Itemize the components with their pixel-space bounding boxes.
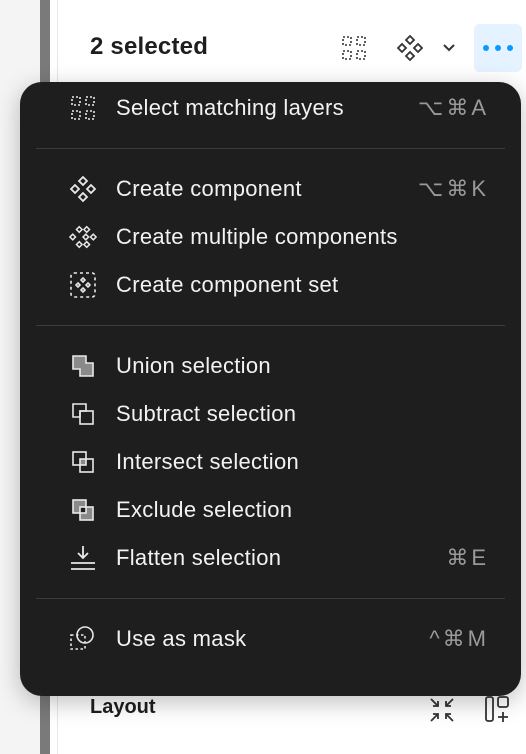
union-icon [69, 354, 97, 378]
component-options-button[interactable] [434, 24, 464, 72]
menu-item-label: Create component set [116, 272, 339, 297]
multiple-components-icon [69, 225, 97, 249]
menu-item-subtract-selection[interactable]: Subtract selection [20, 390, 521, 438]
menu-item-label: Union selection [116, 353, 271, 378]
menu-item-label: Create component [116, 176, 302, 201]
resize-to-fit-icon [430, 698, 454, 722]
component-set-icon [69, 272, 97, 298]
menu-item-label: Use as mask [116, 626, 247, 651]
menu-item-create-component[interactable]: Create component ⌥⌘K [20, 165, 521, 213]
menu-item-shortcut: ⌘E [446, 545, 489, 570]
selection-actions-menu: Select matching layers ⌥⌘A Create compon… [20, 82, 521, 696]
menu-item-label: Intersect selection [116, 449, 300, 474]
menu-item-label: Exclude selection [116, 497, 293, 522]
flatten-icon [69, 546, 97, 570]
menu-item-shortcut: ⌥⌘A [417, 95, 489, 120]
menu-item-union-selection[interactable]: Union selection [20, 342, 521, 390]
menu-item-exclude-selection[interactable]: Exclude selection [20, 486, 521, 534]
subtract-icon [69, 402, 97, 426]
menu-item-select-matching-layers[interactable]: Select matching layers ⌥⌘A [20, 84, 521, 132]
resize-to-fit-button[interactable] [422, 690, 462, 730]
menu-item-shortcut: ^⌘M [429, 626, 489, 651]
intersect-icon [69, 450, 97, 474]
select-matching-button[interactable] [332, 24, 376, 72]
more-icon [483, 45, 513, 51]
menu-item-label: Select matching layers [116, 95, 344, 120]
menu-item-create-multiple-components[interactable]: Create multiple components [20, 213, 521, 261]
chevron-down-icon [443, 44, 455, 52]
create-component-button[interactable] [388, 24, 432, 72]
component-icon [69, 175, 97, 203]
menu-separator [36, 148, 505, 149]
component-icon [396, 34, 424, 62]
menu-item-label: Create multiple components [116, 224, 398, 249]
menu-item-intersect-selection[interactable]: Intersect selection [20, 438, 521, 486]
menu-item-create-component-set[interactable]: Create component set [20, 261, 521, 309]
menu-item-flatten-selection[interactable]: Flatten selection ⌘E [20, 534, 521, 582]
select-matching-icon [342, 36, 366, 60]
more-actions-button[interactable] [474, 24, 522, 72]
menu-item-use-as-mask[interactable]: Use as mask ^⌘M [20, 615, 521, 663]
menu-separator [36, 598, 505, 599]
layout-section-title: Layout [90, 696, 156, 718]
menu-item-label: Flatten selection [116, 545, 282, 570]
menu-item-shortcut: ⌥⌘K [417, 176, 489, 201]
auto-layout-icon [485, 696, 509, 722]
exclude-icon [69, 498, 97, 522]
mask-icon [69, 626, 97, 651]
selection-count-title: 2 selected [90, 33, 209, 60]
select-matching-icon [69, 96, 97, 120]
menu-separator [36, 325, 505, 326]
add-auto-layout-button[interactable] [478, 690, 518, 730]
menu-item-label: Subtract selection [116, 401, 297, 426]
